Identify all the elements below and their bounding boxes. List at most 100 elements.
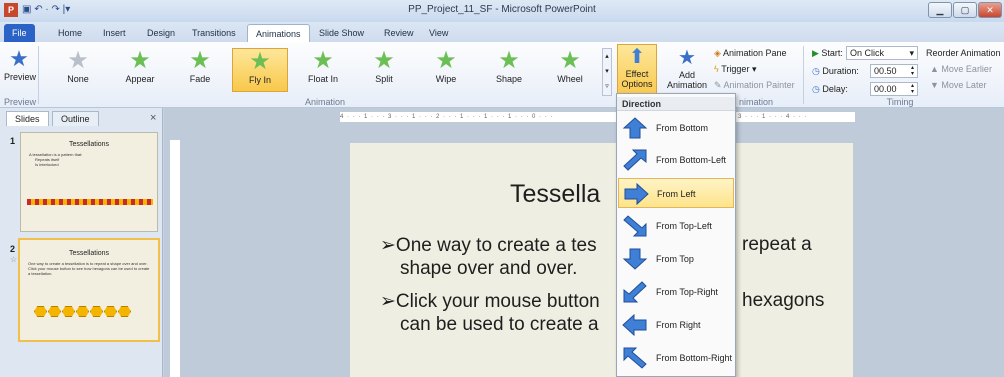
tab-file[interactable]: File [4,24,35,42]
tab-slide-show[interactable]: Slide Show [311,24,372,42]
direction-label: From Bottom-Left [656,155,727,165]
slide-title[interactable]: Tessella [510,180,600,209]
trigger-label: Trigger [721,64,750,74]
animation-wheel[interactable]: ★ Wheel [542,48,598,92]
animation-split[interactable]: ★ Split [356,48,412,92]
animation-indicator-icon: ☆ [10,255,18,264]
tab-animations[interactable]: Animations [247,24,310,42]
duration-input[interactable]: 00.50 ▴ ▾ [870,64,918,78]
arrow-up-right-icon [623,149,647,171]
star-icon: ★ [498,47,520,74]
add-animation-label-2: Animation [666,80,708,90]
animation-wipe[interactable]: ★ Wipe [418,48,474,92]
preview-star-icon: ★ [9,46,29,71]
gallery-label: Fly In [248,75,271,85]
tab-insert[interactable]: Insert [95,24,134,42]
animation-painter-label: Animation Painter [723,80,795,90]
animation-none[interactable]: ★ None [50,48,106,92]
thumb-bullets: A tessellation is a pattern that: Repeat… [29,152,157,167]
maximize-button[interactable]: ▢ [953,2,977,18]
preview-button[interactable]: ★ Preview [4,46,36,94]
direction-label: From Bottom-Right [656,353,733,363]
direction-label: From Right [656,320,701,330]
animation-shape[interactable]: ★ Shape [481,48,537,92]
minimize-button[interactable]: ▁ [928,2,952,18]
hexagon-shape [118,306,131,317]
effect-options-button[interactable]: ⬆ Effect Options [617,44,657,98]
hexagon-shape [76,306,89,317]
spinner-icon[interactable]: ▴ ▾ [911,65,914,77]
direction-from-bottom-right[interactable]: From Bottom-Right [618,343,734,373]
animation-appear[interactable]: ★ Appear [112,48,168,92]
hexagon-shape [104,306,117,317]
slide-thumbnail-1[interactable]: Tessellations A tessellation is a patter… [20,132,158,232]
move-earlier-button[interactable]: ▲ Move Earlier [930,64,992,74]
effect-options-label: Effect [625,69,649,79]
painter-icon: ✎ [714,80,724,90]
tab-view[interactable]: View [421,24,456,42]
thumb-bullet: Is interlocked [35,162,59,167]
play-icon: ▶ [812,48,822,58]
direction-from-top-right[interactable]: From Top-Right [618,277,734,307]
animation-fade[interactable]: ★ Fade [172,48,228,92]
tab-review[interactable]: Review [376,24,422,42]
close-pane-icon[interactable]: × [150,112,156,124]
star-icon: ★ [373,47,395,74]
add-animation-button[interactable]: ★ Add Animation [664,46,710,94]
direction-from-left[interactable]: From Left [618,178,734,208]
close-window-button[interactable]: ✕ [978,2,1002,18]
direction-label: From Top [656,254,694,264]
move-later-button[interactable]: ▼ Move Later [930,80,986,90]
start-text: Start: [821,48,843,58]
animation-pane-button[interactable]: ◈ Animation Pane [714,48,786,59]
tab-outline[interactable]: Outline [52,111,99,126]
slide-bullet-2[interactable]: ➢Click your mouse button [380,290,600,313]
move-later-label: Move Later [941,80,987,90]
direction-from-top-left[interactable]: From Top-Left [618,211,734,241]
animation-painter-button[interactable]: ✎ Animation Painter [714,80,795,91]
duration-value: 00.50 [874,66,897,76]
tab-slides[interactable]: Slides [6,111,49,126]
bullet-text-line2: can be used to create a [400,314,599,335]
star-icon: ★ [189,47,211,74]
gallery-scroll[interactable]: ▴ ▾ ▿ [602,48,612,96]
direction-label: From Bottom [656,123,709,133]
bullet-text-cont: repeat a [742,234,812,255]
horizontal-ruler-right: 3 · · · 1 · · · 4 · · · [738,112,854,122]
thumb-title: Tessellations [68,250,110,257]
delay-input[interactable]: 00.00 ▴ ▾ [870,82,918,96]
bullet-text: One way to create a tes [395,235,597,256]
gallery-label: None [67,74,89,84]
slide-bullet-1[interactable]: ➢One way to create a tes [380,234,597,257]
direction-from-right[interactable]: From Right [618,310,734,340]
direction-from-bottom-left[interactable]: From Bottom-Left [618,145,734,175]
arrow-down-icon [622,248,648,270]
direction-from-bottom[interactable]: From Bottom [618,113,734,143]
arrow-up-left-icon [623,347,647,369]
hexagon-shape [48,306,61,317]
direction-from-top[interactable]: From Top [618,244,734,274]
clock-icon: ◷ [812,66,823,76]
dropdown-heading: Direction [617,97,735,111]
triangle-pattern [27,199,153,205]
direction-label: From Left [657,189,696,199]
animation-float-in[interactable]: ★ Float In [295,48,351,92]
bullet-text-cont: hexagons [742,290,825,311]
tab-home[interactable]: Home [50,24,90,42]
tab-transitions[interactable]: Transitions [184,24,244,42]
animation-fly-in[interactable]: ★ Fly In [232,48,288,92]
thumb-bullets: One way to create a tessellation is to r… [28,261,150,276]
hexagon-shape [62,306,75,317]
gallery-label: Appear [125,74,155,84]
add-animation-label: Add [678,70,695,80]
delay-value: 00.00 [874,84,897,94]
spinner-icon[interactable]: ▴ ▾ [911,83,914,95]
gallery-label: Wipe [435,74,457,84]
start-select[interactable]: On Click ▾ [846,46,918,60]
slide-thumbnail-2[interactable]: Tessellations One way to create a tessel… [18,238,160,342]
trigger-button[interactable]: ϟ Trigger ▾ [714,64,756,75]
effect-options-label-2: Options [621,79,653,89]
tab-design[interactable]: Design [139,24,183,42]
thumb-title: Tessellations [68,141,110,148]
gallery-label: Fade [189,74,211,84]
